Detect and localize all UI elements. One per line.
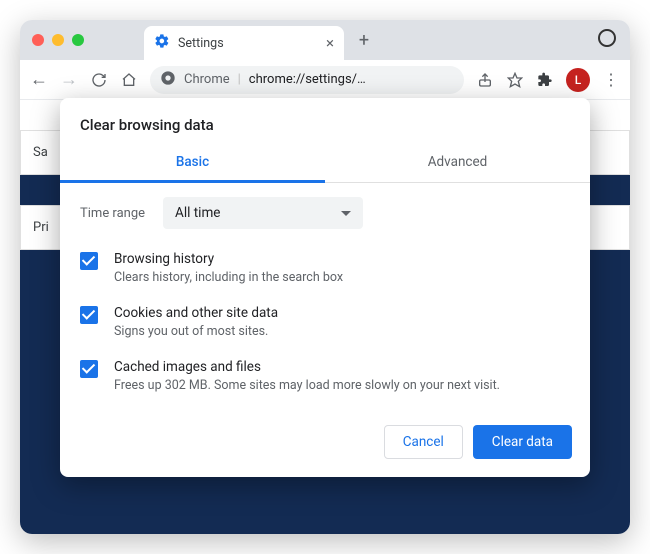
time-range-value: All time <box>175 205 220 221</box>
bookmark-icon[interactable] <box>506 72 524 88</box>
incognito-indicator-icon[interactable] <box>598 29 616 47</box>
forward-button: → <box>60 71 78 89</box>
home-button[interactable] <box>120 72 138 88</box>
browser-tab[interactable]: Settings × <box>144 26 344 60</box>
window-controls <box>32 34 84 46</box>
tab-title: Settings <box>178 36 318 51</box>
browser-window: Settings × + ← → Chrome | chrome://setti… <box>20 20 630 534</box>
time-range-row: Time range All time <box>60 183 590 235</box>
option-title: Cookies and other site data <box>114 305 278 321</box>
option-desc: Frees up 302 MB. Some sites may load mor… <box>114 378 500 393</box>
chevron-down-icon <box>341 211 351 216</box>
option-cache: Cached images and files Frees up 302 MB.… <box>80 349 570 403</box>
back-button[interactable]: ← <box>30 71 48 89</box>
time-range-select[interactable]: All time <box>163 197 363 229</box>
checkbox-browsing-history[interactable] <box>80 252 98 270</box>
titlebar: Settings × + <box>20 20 630 60</box>
site-info-icon[interactable] <box>160 70 176 90</box>
cancel-button[interactable]: Cancel <box>384 425 463 459</box>
profile-avatar[interactable]: L <box>566 68 590 92</box>
extensions-icon[interactable] <box>536 72 554 88</box>
clear-data-button[interactable]: Clear data <box>473 425 572 459</box>
share-icon[interactable] <box>476 72 494 88</box>
toolbar: ← → Chrome | chrome://settings/… L ⋮ <box>20 60 630 100</box>
close-window-icon[interactable] <box>32 34 44 46</box>
tab-basic[interactable]: Basic <box>60 142 325 182</box>
checkbox-cookies[interactable] <box>80 306 98 324</box>
dialog-actions: Cancel Clear data <box>60 413 590 477</box>
gear-icon <box>154 33 170 53</box>
omnibox-label: Chrome <box>184 72 230 87</box>
checkbox-cache[interactable] <box>80 360 98 378</box>
reload-button[interactable] <box>90 72 108 88</box>
option-title: Cached images and files <box>114 359 500 375</box>
omnibox-url: chrome://settings/… <box>249 72 366 87</box>
dialog-tabs: Basic Advanced <box>60 142 590 183</box>
option-desc: Signs you out of most sites. <box>114 324 278 339</box>
option-desc: Clears history, including in the search … <box>114 270 343 285</box>
dialog-overlay: Clear browsing data Basic Advanced Time … <box>20 100 630 534</box>
close-tab-icon[interactable]: × <box>326 34 334 52</box>
time-range-label: Time range <box>80 206 145 221</box>
menu-button[interactable]: ⋮ <box>602 70 620 89</box>
option-title: Browsing history <box>114 251 343 267</box>
minimize-window-icon[interactable] <box>52 34 64 46</box>
maximize-window-icon[interactable] <box>72 34 84 46</box>
address-bar[interactable]: Chrome | chrome://settings/… <box>150 66 464 94</box>
option-browsing-history: Browsing history Clears history, includi… <box>80 241 570 295</box>
new-tab-button[interactable]: + <box>350 26 378 54</box>
options-list: Browsing history Clears history, includi… <box>60 235 590 413</box>
clear-browsing-data-dialog: Clear browsing data Basic Advanced Time … <box>60 98 590 477</box>
tab-advanced[interactable]: Advanced <box>325 142 590 182</box>
option-cookies: Cookies and other site data Signs you ou… <box>80 295 570 349</box>
dialog-title: Clear browsing data <box>80 116 570 134</box>
